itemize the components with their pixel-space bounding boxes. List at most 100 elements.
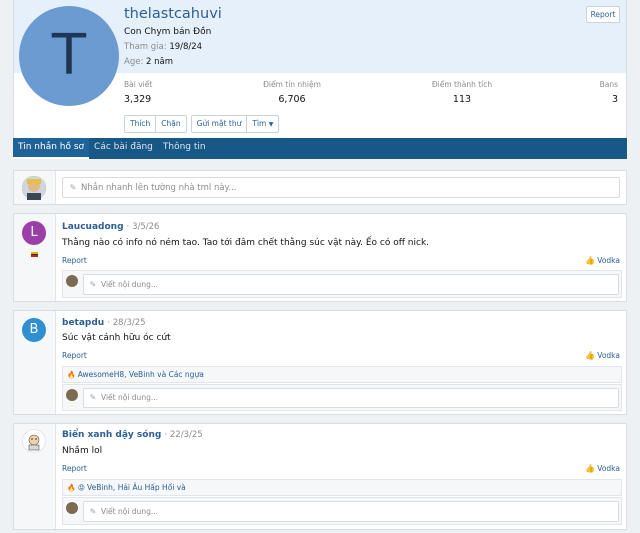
stat-posts[interactable]: Bài viết 3,329 bbox=[124, 80, 152, 105]
reply-input[interactable]: ✎ Viết nội dung... bbox=[83, 274, 619, 295]
profile-header: T thelastcahuvi Con Chym bán Đồn Tham gi… bbox=[13, 0, 627, 158]
separator: · bbox=[107, 318, 111, 328]
post-date[interactable]: · 22/3/25 bbox=[164, 430, 202, 440]
current-user-avatar[interactable] bbox=[22, 176, 46, 200]
stat-achievements[interactable]: Điểm thành tích 113 bbox=[422, 80, 502, 105]
stat-value: 3,329 bbox=[124, 94, 152, 105]
reply-placeholder: Viết nội dung... bbox=[101, 393, 158, 402]
post-date-text: 3/5/26 bbox=[132, 222, 160, 232]
like-button[interactable]: Thích bbox=[125, 116, 155, 132]
pencil-icon: ✎ bbox=[89, 280, 97, 289]
tab-latest-posts[interactable]: Các bài đăng bbox=[89, 138, 158, 159]
cartoon-avatar-icon bbox=[28, 434, 40, 451]
stat-value: 6,706 bbox=[278, 94, 306, 105]
thumbs-up-icon: 👍 bbox=[585, 256, 596, 265]
profile-username: thelastcahuvi bbox=[124, 6, 222, 22]
post-body: Súc vật cánh hữu óc cứt bbox=[62, 333, 171, 343]
profile-user-title: Con Chym bán Đồn bbox=[124, 27, 212, 37]
status-placeholder: Nhắn nhanh lên tường nhà tml này... bbox=[81, 183, 237, 193]
post-avatar-column bbox=[14, 424, 56, 529]
flag-icon bbox=[31, 252, 38, 257]
stat-value: 3 bbox=[611, 94, 618, 105]
joined-label: Tham gia: bbox=[124, 42, 167, 52]
post-header: Laucuadong · 3/5/26 bbox=[62, 222, 159, 232]
reactions-bar[interactable]: 🔥 AwesomeH8, VeBinh và Các ngựa bbox=[62, 366, 622, 383]
fire-reaction-icon: 🔥 bbox=[67, 484, 76, 492]
post-author-avatar[interactable]: L bbox=[22, 221, 46, 245]
stat-label: Điểm tín nhiệm bbox=[263, 80, 321, 89]
stat-label: Điểm thành tích bbox=[431, 80, 493, 89]
reply-box: ✎ Viết nội dung... bbox=[62, 270, 622, 298]
fire-reaction-icon: 🔥 bbox=[67, 371, 76, 379]
message-find-group: Gửi mật thư Tìm ▼ bbox=[190, 115, 280, 133]
post-react-button[interactable]: 👍 Vodka bbox=[585, 464, 620, 473]
age-label: Age: bbox=[124, 57, 144, 67]
stat-bans: Bans 3 bbox=[578, 80, 618, 105]
reply-user-avatar bbox=[66, 389, 78, 401]
post-header: betapdu · 28/3/25 bbox=[62, 318, 146, 328]
post-header: Biển xanh dậy sóng · 22/3/25 bbox=[62, 430, 203, 440]
reply-input[interactable]: ✎ Viết nội dung... bbox=[83, 501, 619, 522]
post-author[interactable]: Laucuadong bbox=[62, 222, 124, 232]
stat-label: Bài viết bbox=[124, 80, 153, 89]
find-button[interactable]: Tìm ▼ bbox=[246, 116, 278, 132]
post-date[interactable]: · 3/5/26 bbox=[127, 222, 160, 232]
post-react-button[interactable]: 👍 Vodka bbox=[585, 256, 620, 265]
thumbs-up-icon: 👍 bbox=[585, 464, 596, 473]
separator: · bbox=[126, 222, 130, 232]
reactions-text: AwesomeH8, VeBinh và Các ngựa bbox=[77, 370, 204, 379]
post-body: Thằng nào có info nó ném tao. Tao tới đâ… bbox=[62, 238, 430, 248]
thumbs-up-icon: 👍 bbox=[585, 351, 596, 360]
tab-about[interactable]: Thông tin bbox=[158, 138, 211, 159]
post-react-button[interactable]: 👍 Vodka bbox=[585, 351, 620, 360]
reactions-text: VeBinh, Hải Âu Hấp Hối và bbox=[87, 483, 186, 492]
reply-box: ✎ Viết nội dung... bbox=[62, 497, 622, 525]
caret-down-icon: ▼ bbox=[268, 121, 274, 128]
stat-reputation[interactable]: Điểm tín nhiệm 6,706 bbox=[252, 80, 332, 105]
post-author-avatar[interactable]: B bbox=[22, 318, 46, 342]
profile-post: B betapdu · 28/3/25 Súc vật cánh hữu óc … bbox=[13, 310, 627, 415]
post-avatar-column: B bbox=[14, 311, 56, 414]
post-report-link[interactable]: Report bbox=[62, 351, 87, 360]
post-author[interactable]: betapdu bbox=[62, 318, 104, 328]
post-avatar-column: L bbox=[14, 214, 56, 301]
post-author[interactable]: Biển xanh dậy sóng bbox=[62, 430, 161, 440]
pencil-icon: ✎ bbox=[89, 507, 97, 516]
profile-avatar[interactable]: T bbox=[19, 6, 119, 106]
post-body: Nhầm lol bbox=[62, 446, 103, 456]
reactions-bar[interactable]: 🔥 😡 VeBinh, Hải Âu Hấp Hối và bbox=[62, 479, 622, 496]
react-label: Vodka bbox=[597, 464, 620, 473]
stat-value: 113 bbox=[452, 94, 472, 105]
joined-row: Tham gia: 19/8/24 bbox=[124, 42, 202, 52]
age-row: Age: 2 năm bbox=[124, 57, 173, 67]
react-label: Vodka bbox=[597, 351, 620, 360]
block-button[interactable]: Chặn bbox=[155, 116, 185, 132]
reply-box: ✎ Viết nội dung... bbox=[62, 384, 622, 411]
tab-profile-posts[interactable]: Tin nhắn hồ sơ bbox=[13, 138, 90, 159]
reply-user-avatar bbox=[66, 275, 78, 287]
status-composer: ✎ Nhắn nhanh lên tường nhà tml này... bbox=[13, 170, 627, 205]
character-avatar-icon bbox=[22, 176, 46, 200]
profile-post: Biển xanh dậy sóng · 22/3/25 Nhầm lol Re… bbox=[13, 423, 627, 530]
reply-user-avatar bbox=[66, 502, 78, 514]
find-label: Tìm bbox=[252, 119, 267, 128]
reply-input[interactable]: ✎ Viết nội dung... bbox=[83, 388, 619, 408]
post-date-text: 28/3/25 bbox=[112, 318, 146, 328]
emoji-reaction-icon: 😡 bbox=[77, 484, 86, 492]
composer-avatar-column bbox=[14, 171, 56, 204]
like-block-group: Thích Chặn bbox=[124, 115, 187, 133]
post-date[interactable]: · 28/3/25 bbox=[107, 318, 145, 328]
profile-post: L Laucuadong · 3/5/26 Thằng nào có info … bbox=[13, 213, 627, 302]
message-button[interactable]: Gửi mật thư bbox=[192, 116, 247, 132]
status-input[interactable]: ✎ Nhắn nhanh lên tường nhà tml này... bbox=[62, 177, 620, 198]
post-author-avatar[interactable] bbox=[22, 429, 46, 453]
post-report-link[interactable]: Report bbox=[62, 256, 87, 265]
joined-value: 19/8/24 bbox=[169, 42, 203, 52]
post-report-link[interactable]: Report bbox=[62, 464, 87, 473]
pencil-icon: ✎ bbox=[69, 183, 77, 192]
stat-label: Bans bbox=[599, 80, 618, 89]
separator: · bbox=[164, 430, 168, 440]
post-date-text: 22/3/25 bbox=[169, 430, 203, 440]
profile-report-button[interactable]: Report bbox=[586, 6, 620, 23]
profile-tabs: Tin nhắn hồ sơ Các bài đăng Thông tin bbox=[13, 138, 627, 159]
